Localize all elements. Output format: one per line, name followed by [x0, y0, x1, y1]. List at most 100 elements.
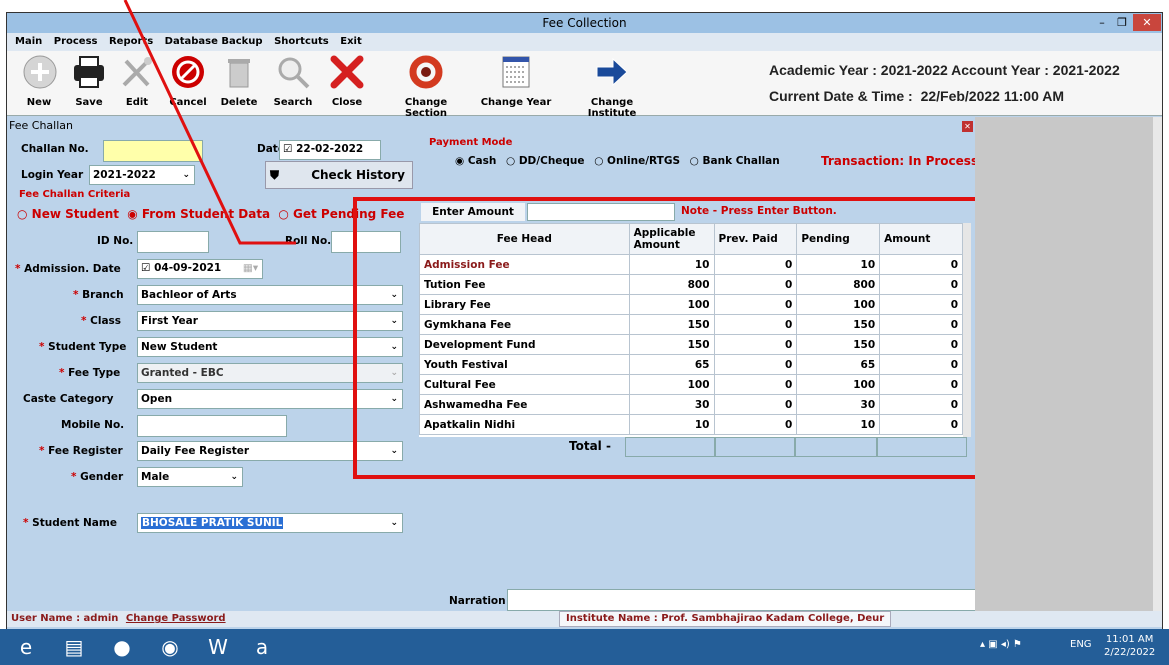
- student-name-select[interactable]: BHOSALE PRATIK SUNIL ⌄: [137, 513, 403, 533]
- fee-register-label: * Fee Register: [39, 445, 123, 457]
- radio-new-student[interactable]: ○ New Student: [17, 207, 119, 221]
- change-password-link[interactable]: Change Password: [126, 613, 226, 624]
- menu-reports[interactable]: Reports: [109, 36, 153, 47]
- title-bar: Fee Collection: [7, 13, 1162, 33]
- fee-challan-panel: Fee Challan ✕ Challan No. Date ☑ 22-02-2…: [9, 117, 979, 611]
- menu-shortcuts[interactable]: Shortcuts: [274, 36, 329, 47]
- transaction-status: Transaction: In Process: [821, 154, 979, 168]
- toolbar: New Save Edit Cancel Delete Search Close: [7, 51, 1162, 119]
- delete-button[interactable]: Delete: [219, 53, 259, 108]
- search-button[interactable]: Search: [271, 53, 315, 108]
- ie-icon[interactable]: e: [8, 632, 44, 662]
- tray-clock[interactable]: 11:01 AM 2/22/2022: [1104, 633, 1155, 659]
- menu-database-backup[interactable]: Database Backup: [165, 36, 263, 47]
- admission-date-label: * Admission. Date: [15, 263, 121, 275]
- edit-button[interactable]: Edit: [117, 53, 157, 108]
- date-input[interactable]: ☑ 22-02-2022 ▦▾: [279, 140, 381, 171]
- current-date-value: 22/Feb/2022 11:00 AM: [920, 88, 1065, 104]
- admission-calendar-icon[interactable]: ▦▾: [243, 262, 258, 274]
- login-year-label: Login Year: [21, 169, 84, 181]
- mobile-input[interactable]: [137, 415, 287, 437]
- institute-name: Institute Name : Prof. Sambhajirao Kadam…: [559, 611, 892, 627]
- class-label: * Class: [81, 315, 122, 327]
- status-bar: User Name : admin Change Password Instit…: [7, 611, 1162, 627]
- close-icon: [330, 55, 364, 89]
- challan-label: Challan No.: [21, 143, 89, 155]
- caste-label: Caste Category: [23, 393, 114, 405]
- criteria-options: ○ New Student ◉ From Student Data ○ Get …: [17, 207, 404, 221]
- menu-bar: Main Process Reports Database Backup Sho…: [7, 33, 1162, 51]
- arrow-icon: [596, 57, 628, 87]
- radio-from-student-data[interactable]: ◉ From Student Data: [127, 207, 270, 221]
- payment-mode-options: ◉ Cash ○ DD/Cheque ○ Online/RTGS ○ Bank …: [455, 155, 780, 167]
- tools-icon: [122, 57, 152, 87]
- binoculars-icon: ⛊: [270, 168, 280, 182]
- check-history-button[interactable]: ⛊ Check History: [265, 161, 413, 189]
- printer-icon: [74, 56, 104, 88]
- branch-label: * Branch: [73, 289, 124, 301]
- refresh-icon: [409, 55, 443, 89]
- app-icon[interactable]: a: [244, 632, 280, 662]
- student-type-label: * Student Type: [39, 341, 127, 353]
- date-checkbox[interactable]: ☑: [283, 143, 292, 155]
- login-year-select[interactable]: 2021-2022 ⌄: [89, 165, 195, 185]
- change-section-button[interactable]: Change Section: [383, 53, 469, 119]
- window-scrollbar[interactable]: [1153, 117, 1162, 611]
- calendar-icon: [502, 56, 530, 88]
- word-icon[interactable]: W: [200, 632, 236, 662]
- menu-process[interactable]: Process: [54, 36, 98, 47]
- maximize-button[interactable]: ❐: [1112, 14, 1132, 31]
- menu-exit[interactable]: Exit: [340, 36, 362, 47]
- academic-year-text: Academic Year : 2021-2022 Account Year :…: [769, 62, 1120, 78]
- chrome-icon[interactable]: ◉: [152, 632, 188, 662]
- cancel-button[interactable]: Cancel: [167, 53, 209, 108]
- panel-title: Fee Challan: [9, 119, 73, 132]
- taskbar: e ▤ ● ◉ W a ▴ ▣ ◂) ⚑ ENG 11:01 AM 2/22/2…: [0, 629, 1169, 665]
- narration-label: Narration: [449, 595, 506, 607]
- language-indicator[interactable]: ENG: [1070, 639, 1092, 650]
- current-date-label: Current Date & Time :: [769, 88, 913, 104]
- tray-icons[interactable]: ▴ ▣ ◂) ⚑: [980, 639, 1022, 650]
- fee-type-label: * Fee Type: [59, 367, 121, 379]
- change-institute-button[interactable]: Change Institute: [565, 53, 659, 119]
- gender-label: * Gender: [71, 471, 124, 483]
- user-name: User Name : admin: [11, 613, 119, 624]
- trash-icon: [228, 59, 250, 88]
- chevron-down-icon: ⌄: [230, 472, 238, 482]
- radio-dd-cheque[interactable]: ○ DD/Cheque: [506, 155, 585, 167]
- id-label: ID No.: [97, 235, 134, 247]
- cancel-icon: [172, 56, 204, 88]
- minimize-button[interactable]: –: [1092, 14, 1112, 31]
- roll-label: Roll No.: [285, 235, 332, 247]
- new-button[interactable]: New: [21, 53, 57, 108]
- panel-close-button[interactable]: ✕: [962, 121, 973, 132]
- payment-mode-label: Payment Mode: [429, 137, 513, 148]
- file-explorer-icon[interactable]: ▤: [56, 632, 92, 662]
- mobile-label: Mobile No.: [61, 419, 125, 431]
- chevron-down-icon: ⌄: [182, 170, 190, 180]
- side-panel: [975, 117, 1153, 611]
- app-window: Fee Collection – ❐ ✕ Main Process Report…: [6, 12, 1163, 642]
- date-value: 22-02-2022: [296, 143, 364, 155]
- student-name-label: * Student Name: [23, 517, 117, 529]
- narration-input[interactable]: [507, 589, 977, 611]
- window-title: Fee Collection: [542, 16, 627, 30]
- criteria-label: Fee Challan Criteria: [19, 189, 131, 200]
- admission-date-input[interactable]: ☑ 04-09-2021 ▦▾: [137, 259, 263, 279]
- highlight-box: [353, 197, 979, 479]
- close-window-button[interactable]: ✕: [1133, 14, 1161, 31]
- admission-date-checkbox[interactable]: ☑: [141, 262, 150, 274]
- year-info: Academic Year : 2021-2022 Account Year :…: [769, 57, 1154, 109]
- gender-select[interactable]: Male ⌄: [137, 467, 243, 487]
- close-button[interactable]: Close: [327, 53, 367, 108]
- change-year-button[interactable]: Change Year: [479, 53, 553, 108]
- save-button[interactable]: Save: [69, 53, 109, 108]
- add-icon: [23, 55, 57, 89]
- firefox-icon[interactable]: ●: [104, 632, 140, 662]
- radio-cash[interactable]: ◉ Cash: [455, 155, 496, 167]
- radio-bank-challan[interactable]: ○ Bank Challan: [690, 155, 780, 167]
- menu-main[interactable]: Main: [15, 36, 42, 47]
- radio-online-rtgs[interactable]: ○ Online/RTGS: [594, 155, 680, 167]
- challan-input[interactable]: [103, 140, 203, 162]
- id-input[interactable]: [137, 231, 209, 253]
